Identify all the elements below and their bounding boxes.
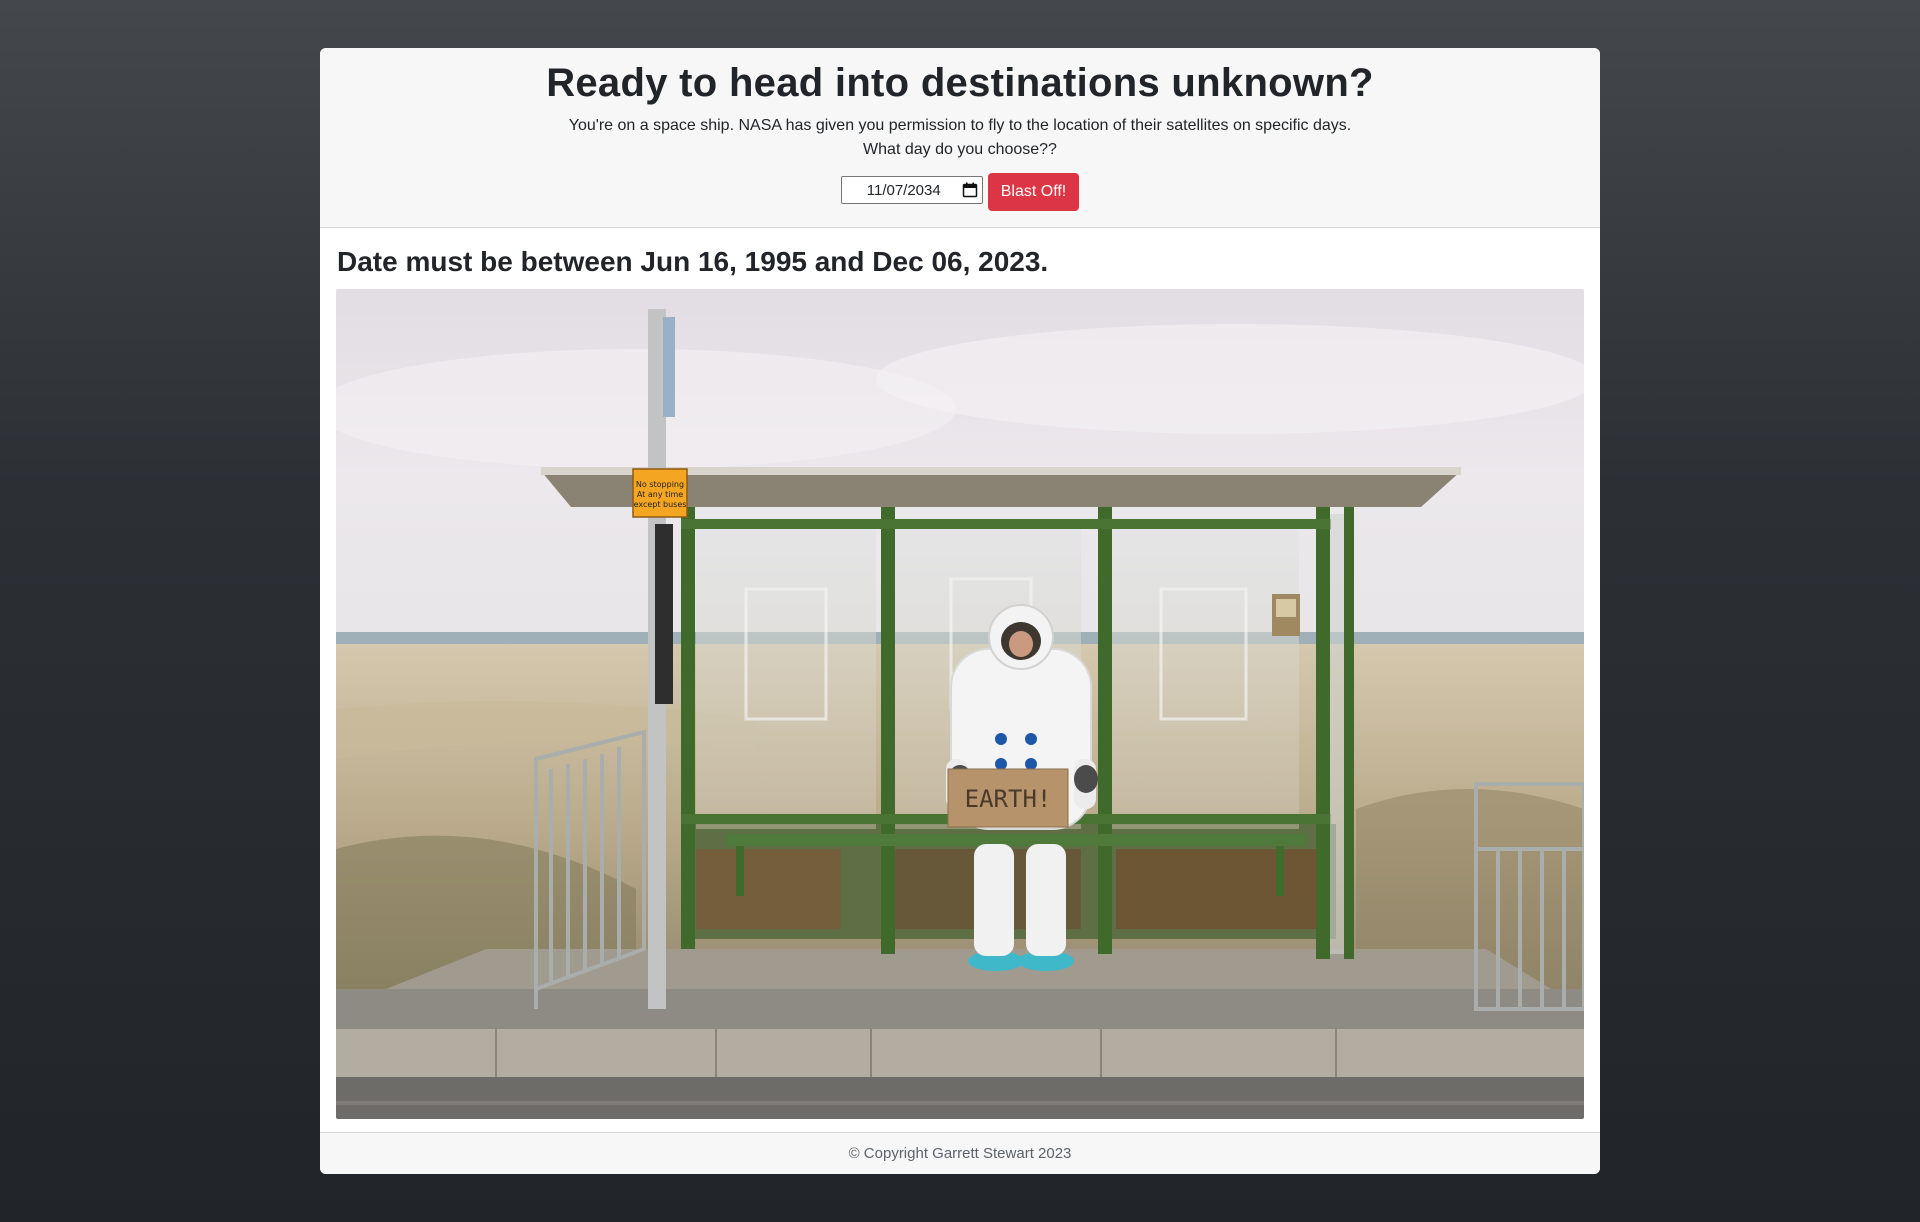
sign-text-1: No stopping	[636, 480, 684, 489]
page-description: You're on a space ship. NASA has given y…	[320, 114, 1600, 162]
main-card: Ready to head into destinations unknown?…	[320, 48, 1600, 1174]
cardboard-text: EARTH!	[965, 785, 1052, 813]
description-line-2: What day do you choose??	[863, 141, 1057, 158]
date-input-value: 11/07/2034	[866, 181, 941, 199]
card-footer: © Copyright Garrett Stewart 2023	[320, 1132, 1600, 1174]
sign-text-3: except buses	[634, 500, 687, 509]
calendar-icon[interactable]	[962, 182, 978, 198]
photo-illustration: EARTH! No stopping At any time except bu…	[336, 288, 1584, 1119]
sign-text-2: At any time	[637, 490, 683, 499]
date-range-error: Date must be between Jun 16, 1995 and De…	[337, 246, 1049, 277]
earth-cardboard-sign: EARTH!	[947, 768, 1069, 828]
date-form: 11/07/2034 Blast Off!	[320, 173, 1600, 211]
blast-off-button[interactable]: Blast Off!	[987, 173, 1080, 211]
date-input[interactable]: 11/07/2034	[840, 176, 983, 204]
page-title: Ready to head into destinations unknown?	[546, 61, 1374, 105]
copyright-text: © Copyright Garrett Stewart 2023	[848, 1145, 1072, 1162]
description-line-1: You're on a space ship. NASA has given y…	[568, 117, 1352, 134]
card-header: Ready to head into destinations unknown?…	[320, 48, 1600, 228]
astronaut-bus-stop-photo: EARTH! No stopping At any time except bu…	[336, 288, 1584, 1119]
card-body: Date must be between Jun 16, 1995 and De…	[320, 245, 1600, 1119]
